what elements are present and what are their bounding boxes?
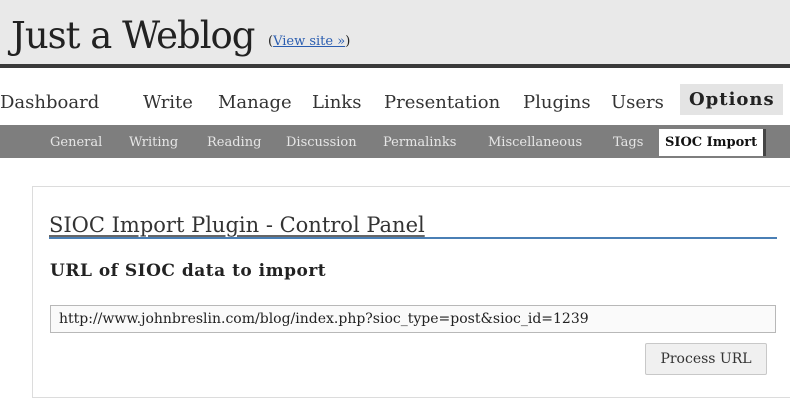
nav-plugins[interactable]: Plugins xyxy=(523,92,591,113)
nav-dashboard[interactable]: Dashboard xyxy=(0,92,99,113)
nav-users[interactable]: Users xyxy=(611,92,664,113)
subnav-permalinks[interactable]: Permalinks xyxy=(383,135,456,150)
site-title: Just a Weblog xyxy=(11,14,255,57)
panel-title: SIOC Import Plugin - Control Panel xyxy=(49,213,425,237)
view-site: (View site ») xyxy=(268,34,350,49)
header-bar: Just a Weblog (View site ») xyxy=(0,0,790,66)
subnav-writing[interactable]: Writing xyxy=(129,135,178,150)
subnav-tags[interactable]: Tags xyxy=(613,135,643,150)
subnav-sioc-import[interactable]: SIOC Import xyxy=(659,129,767,156)
view-site-link[interactable]: View site » xyxy=(273,34,345,49)
main-nav: Dashboard Write Manage Links Presentatio… xyxy=(0,68,790,121)
panel-title-rule xyxy=(49,237,777,239)
nav-links[interactable]: Links xyxy=(312,92,361,113)
sub-nav: General Writing Reading Discussion Perma… xyxy=(0,125,790,158)
process-url-button[interactable]: Process URL xyxy=(645,343,767,375)
nav-write[interactable]: Write xyxy=(143,92,193,113)
sioc-url-input[interactable] xyxy=(50,305,776,333)
subnav-discussion[interactable]: Discussion xyxy=(286,135,357,150)
subnav-general[interactable]: General xyxy=(50,135,102,150)
nav-options[interactable]: Options xyxy=(680,84,783,115)
view-site-paren-close: ) xyxy=(345,34,351,49)
subnav-reading[interactable]: Reading xyxy=(207,135,261,150)
subnav-miscellaneous[interactable]: Miscellaneous xyxy=(488,135,582,150)
control-panel: SIOC Import Plugin - Control Panel URL o… xyxy=(32,186,790,398)
nav-manage[interactable]: Manage xyxy=(218,92,292,113)
nav-presentation[interactable]: Presentation xyxy=(384,92,500,113)
section-heading: URL of SIOC data to import xyxy=(50,261,327,281)
